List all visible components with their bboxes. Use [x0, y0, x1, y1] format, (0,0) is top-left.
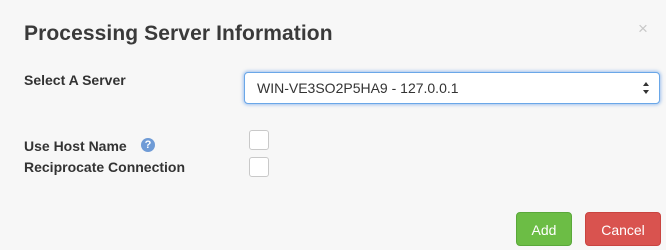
- add-button[interactable]: Add: [516, 212, 572, 246]
- reciprocate-connection-label: Reciprocate Connection: [24, 159, 186, 175]
- server-select[interactable]: WIN-VE3SO2P5HA9 - 127.0.0.1: [244, 72, 660, 104]
- dialog-title: Processing Server Information: [24, 22, 333, 45]
- reciprocate-connection-checkbox[interactable]: [249, 157, 269, 177]
- use-host-name-checkbox[interactable]: [249, 130, 269, 150]
- close-icon[interactable]: ×: [634, 20, 652, 38]
- select-server-label: Select A Server: [24, 72, 126, 88]
- question-circle-icon[interactable]: ?: [141, 138, 155, 152]
- server-select-value: WIN-VE3SO2P5HA9 - 127.0.0.1: [257, 80, 459, 96]
- processing-server-dialog: Processing Server Information × Select A…: [0, 0, 666, 250]
- cancel-button[interactable]: Cancel: [585, 212, 661, 246]
- select-updown-icon: [643, 82, 649, 94]
- use-host-name-label: Use Host Name: [24, 138, 127, 154]
